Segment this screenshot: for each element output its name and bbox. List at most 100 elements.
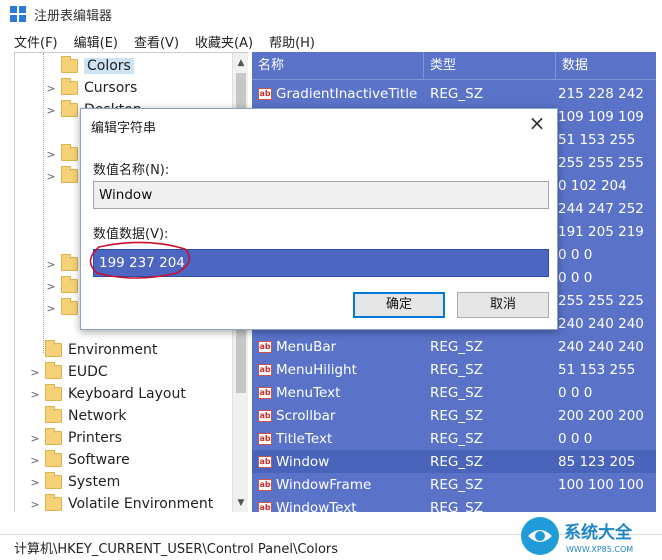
string-value-icon: ab [258, 87, 272, 100]
folder-icon [45, 362, 62, 379]
scroll-down-icon[interactable]: ▼ [233, 495, 248, 511]
chevron-right-icon[interactable]: > [45, 170, 57, 183]
folder-icon [45, 450, 62, 467]
cell-data: 240 240 240 [558, 315, 644, 332]
string-value-icon: ab [258, 409, 272, 422]
list-row[interactable]: ab GradientInactiveTitle REG_SZ 215 228 242 [252, 82, 656, 105]
tree-item-software[interactable]: > Software [29, 449, 130, 471]
column-type[interactable]: 类型 [424, 52, 556, 80]
tree-item-colors[interactable]: Colors [45, 55, 134, 77]
cell-name: ab MenuText [252, 385, 424, 401]
list-row[interactable]: ab WindowText REG_SZ [252, 496, 656, 512]
value-name: Scrollbar [276, 407, 336, 424]
folder-icon [45, 472, 62, 489]
cell-data: 100 100 100 [558, 476, 644, 493]
value-name: MenuHilight [276, 361, 357, 378]
tree-item-hidden[interactable]: > [45, 143, 84, 165]
tree-item-label: Keyboard Layout [68, 386, 186, 402]
value-name-field[interactable]: Window [93, 181, 549, 209]
annotation-circle [89, 241, 191, 279]
menu-edit[interactable]: 编辑(E) [74, 32, 118, 51]
chevron-right-icon[interactable]: > [45, 104, 57, 117]
value-name: WindowFrame [276, 476, 372, 493]
chevron-right-icon[interactable]: > [29, 432, 41, 445]
chevron-right-icon[interactable]: > [45, 82, 57, 95]
list-header: 名称 类型 数据 [252, 52, 656, 80]
tree-item-label: Printers [68, 430, 122, 446]
tree-item-volatile-environment[interactable]: > Volatile Environment [29, 493, 213, 512]
menu-favorites[interactable]: 收藏夹(A) [195, 32, 253, 51]
cell-type: REG_SZ [430, 384, 483, 401]
cell-name: ab Window [252, 454, 424, 470]
cell-type: REG_SZ [430, 499, 483, 513]
tree-item-eudc[interactable]: > EUDC [29, 361, 108, 383]
menu-file[interactable]: 文件(F) [14, 32, 58, 51]
chevron-right-icon[interactable]: > [45, 280, 57, 293]
column-name[interactable]: 名称 [252, 52, 424, 80]
folder-icon [45, 428, 62, 445]
close-icon[interactable]: × [527, 113, 547, 133]
scroll-up-icon[interactable]: ▲ [233, 55, 248, 71]
list-row[interactable]: ab MenuHilight REG_SZ 51 153 255 [252, 358, 656, 381]
chevron-right-icon[interactable]: > [29, 454, 41, 467]
tree-item-cursors[interactable]: > Cursors [45, 77, 137, 99]
cell-type: REG_SZ [430, 361, 483, 378]
cell-name: ab GradientInactiveTitle [252, 86, 424, 102]
list-row[interactable]: ab TitleText REG_SZ 0 0 0 [252, 427, 656, 450]
string-value-icon: ab [258, 501, 272, 512]
chevron-right-icon[interactable]: > [29, 388, 41, 401]
chevron-right-icon[interactable]: > [29, 366, 41, 379]
watermark-url: WWW.XP85.COM [566, 545, 633, 554]
cell-name: ab MenuBar [252, 339, 424, 355]
folder-icon [45, 340, 62, 357]
folder-icon [61, 166, 78, 183]
cell-type: REG_SZ [430, 85, 483, 102]
column-data[interactable]: 数据 [556, 52, 656, 80]
value-name-label: 数值名称(N): [93, 163, 170, 178]
cell-name: ab WindowFrame [252, 477, 424, 493]
cell-type: REG_SZ [430, 476, 483, 493]
cell-data: 85 123 205 [558, 453, 636, 470]
cell-data: 51 153 255 [558, 361, 636, 378]
tree-item-environment[interactable]: Environment [29, 339, 157, 361]
chevron-right-icon[interactable]: > [29, 476, 41, 489]
tree-item-hidden[interactable]: > [45, 275, 84, 297]
list-row[interactable]: ab Window REG_SZ 85 123 205 [252, 450, 656, 473]
cell-data: 215 228 242 [558, 85, 644, 102]
cell-name: ab MenuHilight [252, 362, 424, 378]
chevron-right-icon[interactable]: > [45, 258, 57, 271]
folder-icon [61, 276, 78, 293]
cell-data: 240 240 240 [558, 338, 644, 355]
tree-item-label: Colors [84, 58, 134, 74]
tree-item-label: EUDC [68, 364, 108, 380]
watermark-logo: 系统大全 WWW.XP85.COM [518, 514, 658, 558]
ok-button[interactable]: 确定 [353, 292, 445, 318]
list-row[interactable]: ab Scrollbar REG_SZ 200 200 200 [252, 404, 656, 427]
folder-icon [61, 254, 78, 271]
chevron-right-icon[interactable]: > [45, 302, 57, 315]
tree-item-hidden[interactable]: > [45, 253, 84, 275]
tree-item-network[interactable]: Network [29, 405, 126, 427]
tree-item-printers[interactable]: > Printers [29, 427, 122, 449]
list-row[interactable]: ab WindowFrame REG_SZ 100 100 100 [252, 473, 656, 496]
tree-item-hidden[interactable]: > [45, 297, 84, 319]
folder-icon [45, 494, 62, 511]
tree-item-system[interactable]: > System [29, 471, 120, 493]
tree-item-hidden[interactable]: > [45, 165, 84, 187]
menu-bar: 文件(F) 编辑(E) 查看(V) 收藏夹(A) 帮助(H) [0, 30, 662, 52]
folder-icon [61, 56, 78, 73]
menu-view[interactable]: 查看(V) [134, 32, 179, 51]
value-name: MenuText [276, 384, 341, 401]
tree-item-label: System [68, 474, 121, 490]
chevron-right-icon[interactable]: > [45, 148, 57, 161]
value-name: Window [276, 453, 330, 470]
tree-item-keyboard-layout[interactable]: > Keyboard Layout [29, 383, 186, 405]
chevron-right-icon[interactable]: > [29, 498, 41, 511]
menu-help[interactable]: 帮助(H) [269, 32, 315, 51]
window-title: 注册表编辑器 [34, 8, 113, 24]
list-row[interactable]: ab MenuText REG_SZ 0 0 0 [252, 381, 656, 404]
list-row[interactable]: ab MenuBar REG_SZ 240 240 240 [252, 335, 656, 358]
cancel-button[interactable]: 取消 [457, 292, 549, 318]
cell-data: 0 0 0 [558, 269, 593, 286]
tree-item-label: Volatile Environment [68, 496, 214, 512]
